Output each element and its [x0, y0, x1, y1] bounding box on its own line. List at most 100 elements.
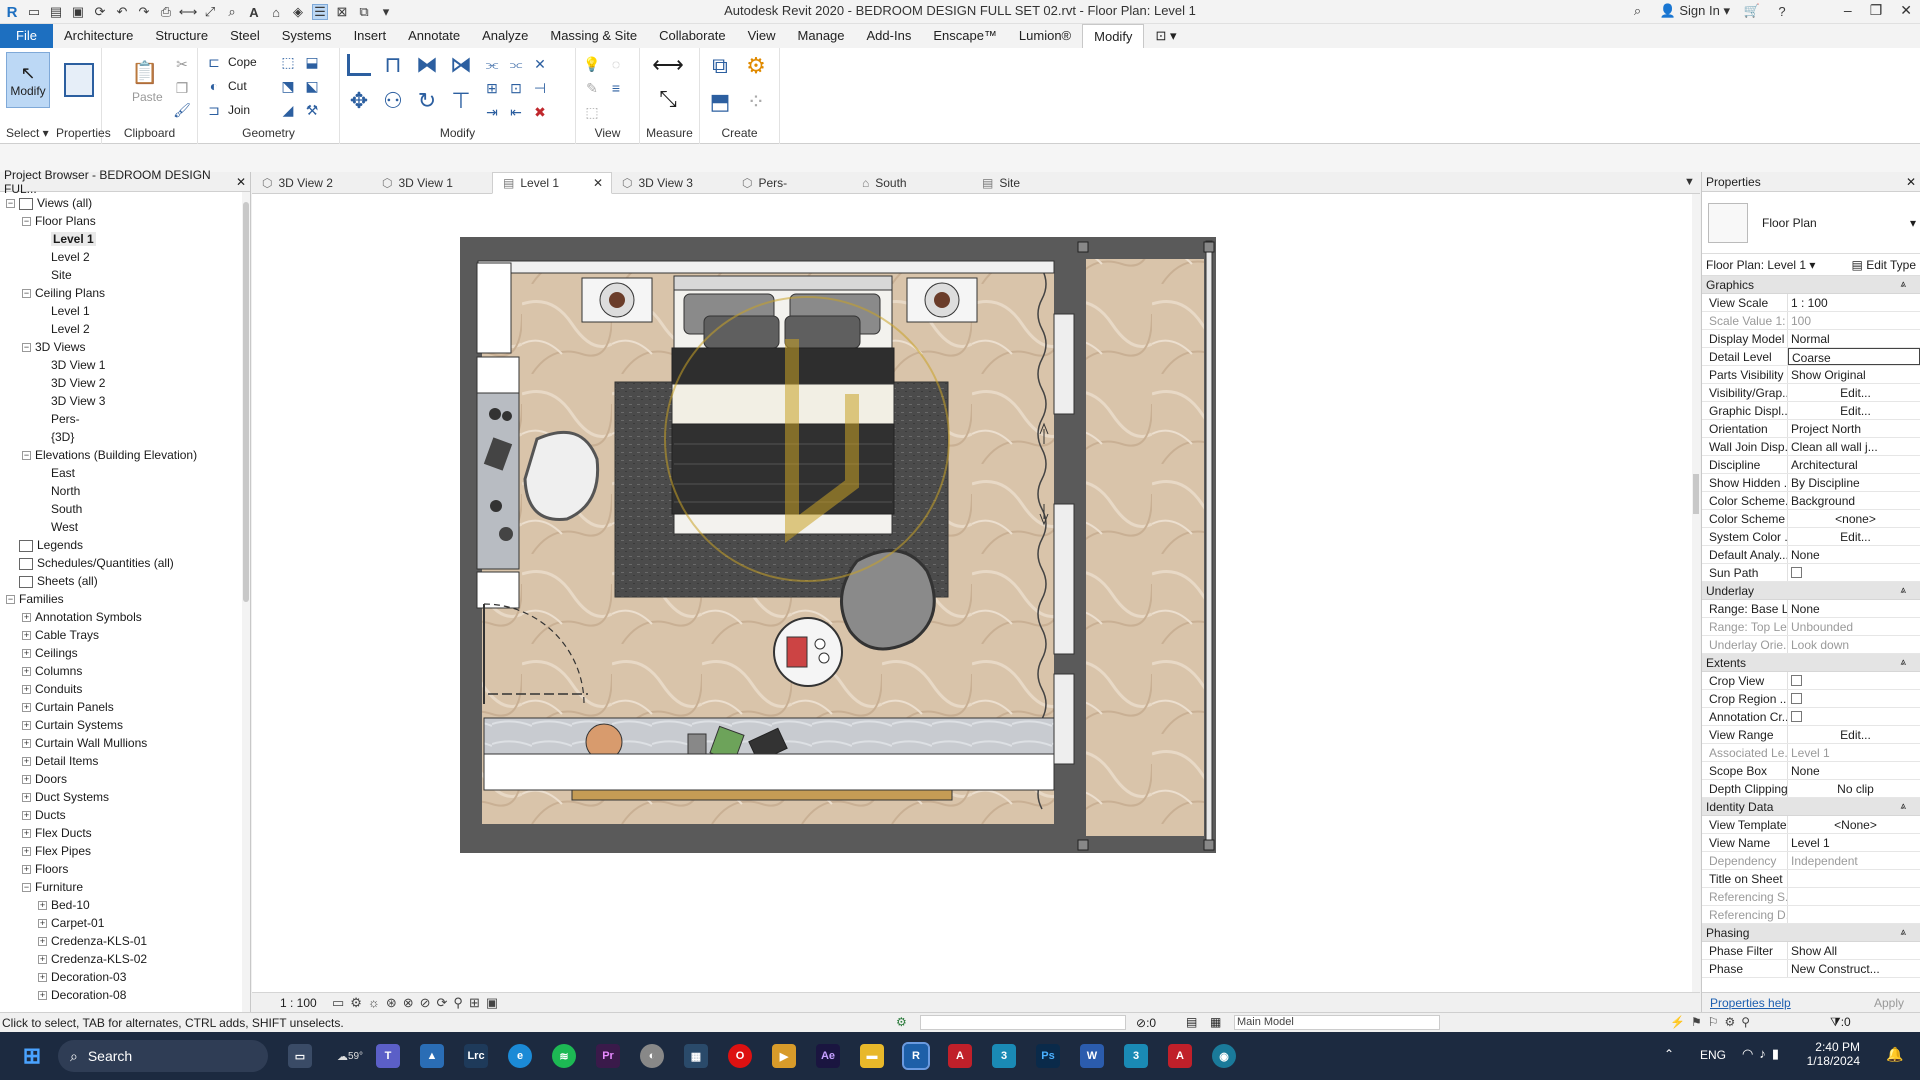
- floor-plan-drawing[interactable]: [252, 194, 1700, 992]
- sign-in-button[interactable]: 👤 Sign In ▾: [1660, 3, 1730, 19]
- expand-icon[interactable]: +: [22, 685, 31, 695]
- property-value[interactable]: None: [1788, 546, 1920, 563]
- expand-icon[interactable]: +: [38, 955, 47, 965]
- help-icon[interactable]: ?: [1774, 3, 1790, 19]
- photoshop-icon[interactable]: Ps: [1036, 1044, 1060, 1068]
- dressing-table[interactable]: [476, 392, 520, 570]
- 3dsmax-icon[interactable]: 3: [992, 1044, 1016, 1068]
- cut-clipboard-icon[interactable]: ✂: [172, 54, 192, 74]
- selection-icons[interactable]: ⚡⚑⚐⚙⚲: [1670, 1015, 1756, 1029]
- browser-node[interactable]: + Columns: [0, 662, 250, 680]
- browser-node[interactable]: + Ceilings: [0, 644, 250, 662]
- browser-node[interactable]: Level 1: [0, 230, 250, 248]
- apply-button[interactable]: Apply: [1866, 996, 1912, 1010]
- restore-icon[interactable]: ❐: [1870, 2, 1883, 19]
- spotify-icon[interactable]: ≋: [552, 1044, 576, 1068]
- decor-object[interactable]: [499, 527, 513, 541]
- balcony-post[interactable]: [1203, 241, 1215, 253]
- property-value[interactable]: Edit...: [1788, 726, 1920, 743]
- create-similar-icon[interactable]: ⁘: [740, 86, 772, 118]
- browser-node[interactable]: − Floor Plans: [0, 212, 250, 230]
- edit-type-button[interactable]: ▤ Edit Type: [1852, 258, 1917, 272]
- property-value[interactable]: Clean all wall j...: [1788, 438, 1920, 455]
- weather-widget[interactable]: ☁ 59°: [330, 1044, 370, 1068]
- bed-blanket[interactable]: [671, 383, 895, 425]
- bed-cover[interactable]: [671, 423, 895, 515]
- view-scale[interactable]: 1 : 100: [280, 996, 317, 1010]
- teams-icon[interactable]: T: [376, 1044, 400, 1068]
- checkbox[interactable]: [1791, 693, 1802, 704]
- expand-icon[interactable]: +: [22, 649, 31, 659]
- browser-node[interactable]: − Families: [0, 590, 250, 608]
- trim-multiple-icon[interactable]: ⇤: [506, 102, 526, 122]
- browser-node[interactable]: Sheets (all): [0, 572, 250, 590]
- ribbon-tab-annotate[interactable]: Annotate: [397, 24, 471, 48]
- canvas-scrollbar[interactable]: [1692, 194, 1700, 992]
- create-group-icon[interactable]: ⬒: [704, 86, 736, 118]
- drawing-canvas[interactable]: [252, 194, 1700, 992]
- paste-button[interactable]: 📋: [124, 52, 166, 94]
- close-tab-icon[interactable]: ✕: [593, 172, 603, 194]
- vanity-chair[interactable]: [523, 430, 600, 521]
- expand-icon[interactable]: +: [22, 631, 31, 641]
- windows-start-icon[interactable]: ⊞: [20, 1043, 44, 1068]
- property-group-header[interactable]: Phasing ⩓: [1702, 924, 1920, 942]
- cope-icon[interactable]: ⊏: [204, 52, 224, 72]
- property-group-header[interactable]: Underlay ⩓: [1702, 582, 1920, 600]
- property-value[interactable]: Edit...: [1788, 384, 1920, 401]
- measure-between-icon[interactable]: ⟷: [650, 50, 686, 80]
- modify-tool-button[interactable]: ↖ Modify: [6, 52, 50, 108]
- wall-joins-icon[interactable]: ⬓: [302, 52, 322, 72]
- property-value[interactable]: <None>: [1788, 816, 1920, 833]
- cut-geometry-icon[interactable]: ◐: [204, 76, 224, 96]
- view-tabs-dropdown-icon[interactable]: ▼: [1684, 176, 1695, 188]
- scale-icon[interactable]: ⊡: [506, 78, 526, 98]
- collapse-icon[interactable]: −: [22, 883, 31, 893]
- copy-element-icon[interactable]: ⚇: [378, 86, 408, 116]
- property-value[interactable]: <none>: [1788, 510, 1920, 527]
- property-checkbox[interactable]: [1788, 564, 1920, 581]
- canvas-scrollbar-thumb[interactable]: [1693, 474, 1699, 514]
- property-value[interactable]: 1 : 100: [1788, 294, 1920, 311]
- property-value[interactable]: Normal: [1788, 330, 1920, 347]
- ribbon-tab-analyze[interactable]: Analyze: [471, 24, 539, 48]
- view-tab[interactable]: ⬡ 3D View 2: [252, 172, 372, 194]
- task-view-icon[interactable]: ▭: [288, 1044, 312, 1068]
- browser-node[interactable]: + Credenza-KLS-01: [0, 932, 250, 950]
- armchair[interactable]: [840, 549, 936, 651]
- property-value[interactable]: No clip: [1788, 780, 1920, 797]
- browser-node[interactable]: − Ceiling Plans: [0, 284, 250, 302]
- decor-object[interactable]: [502, 411, 512, 421]
- expand-icon[interactable]: +: [38, 937, 47, 947]
- property-group-header[interactable]: Identity Data ⩓: [1702, 798, 1920, 816]
- browser-node[interactable]: South: [0, 500, 250, 518]
- ribbon-tab-enscape[interactable]: Enscape™: [922, 24, 1008, 48]
- property-value[interactable]: None: [1788, 762, 1920, 779]
- join-icon[interactable]: ⊐: [204, 100, 224, 120]
- cart-icon[interactable]: 🛒: [1744, 3, 1760, 19]
- balcony-post[interactable]: [1077, 241, 1089, 253]
- browser-node[interactable]: + Credenza-KLS-02: [0, 950, 250, 968]
- browser-node[interactable]: + Doors: [0, 770, 250, 788]
- create-parts-icon[interactable]: ⚙: [740, 50, 772, 82]
- collapse-group-icon[interactable]: ⩓: [1900, 582, 1906, 600]
- mirror-draw-icon[interactable]: ⧒: [446, 50, 476, 80]
- view-tab[interactable]: ⬡ Pers-: [732, 172, 852, 194]
- tray-chevron-icon[interactable]: ⌃: [1664, 1047, 1674, 1061]
- browser-node[interactable]: + Conduits: [0, 680, 250, 698]
- align-icon[interactable]: [344, 50, 374, 80]
- property-value[interactable]: [1788, 870, 1920, 887]
- ribbon-tab-add-ins[interactable]: Add-Ins: [856, 24, 923, 48]
- headboard-panel[interactable]: [477, 260, 1055, 274]
- browser-node[interactable]: 3D View 3: [0, 392, 250, 410]
- ribbon-tab-systems[interactable]: Systems: [271, 24, 343, 48]
- expand-icon[interactable]: +: [38, 919, 47, 929]
- closet-upper[interactable]: [476, 262, 512, 354]
- browser-node[interactable]: {3D}: [0, 428, 250, 446]
- drawer-unit[interactable]: [476, 356, 520, 394]
- property-value[interactable]: Background: [1788, 492, 1920, 509]
- after-effects-icon[interactable]: Ae: [816, 1044, 840, 1068]
- autocad-2-icon[interactable]: A: [1168, 1044, 1192, 1068]
- browser-node[interactable]: Level 2: [0, 320, 250, 338]
- globe-app-icon[interactable]: ◉: [1212, 1044, 1236, 1068]
